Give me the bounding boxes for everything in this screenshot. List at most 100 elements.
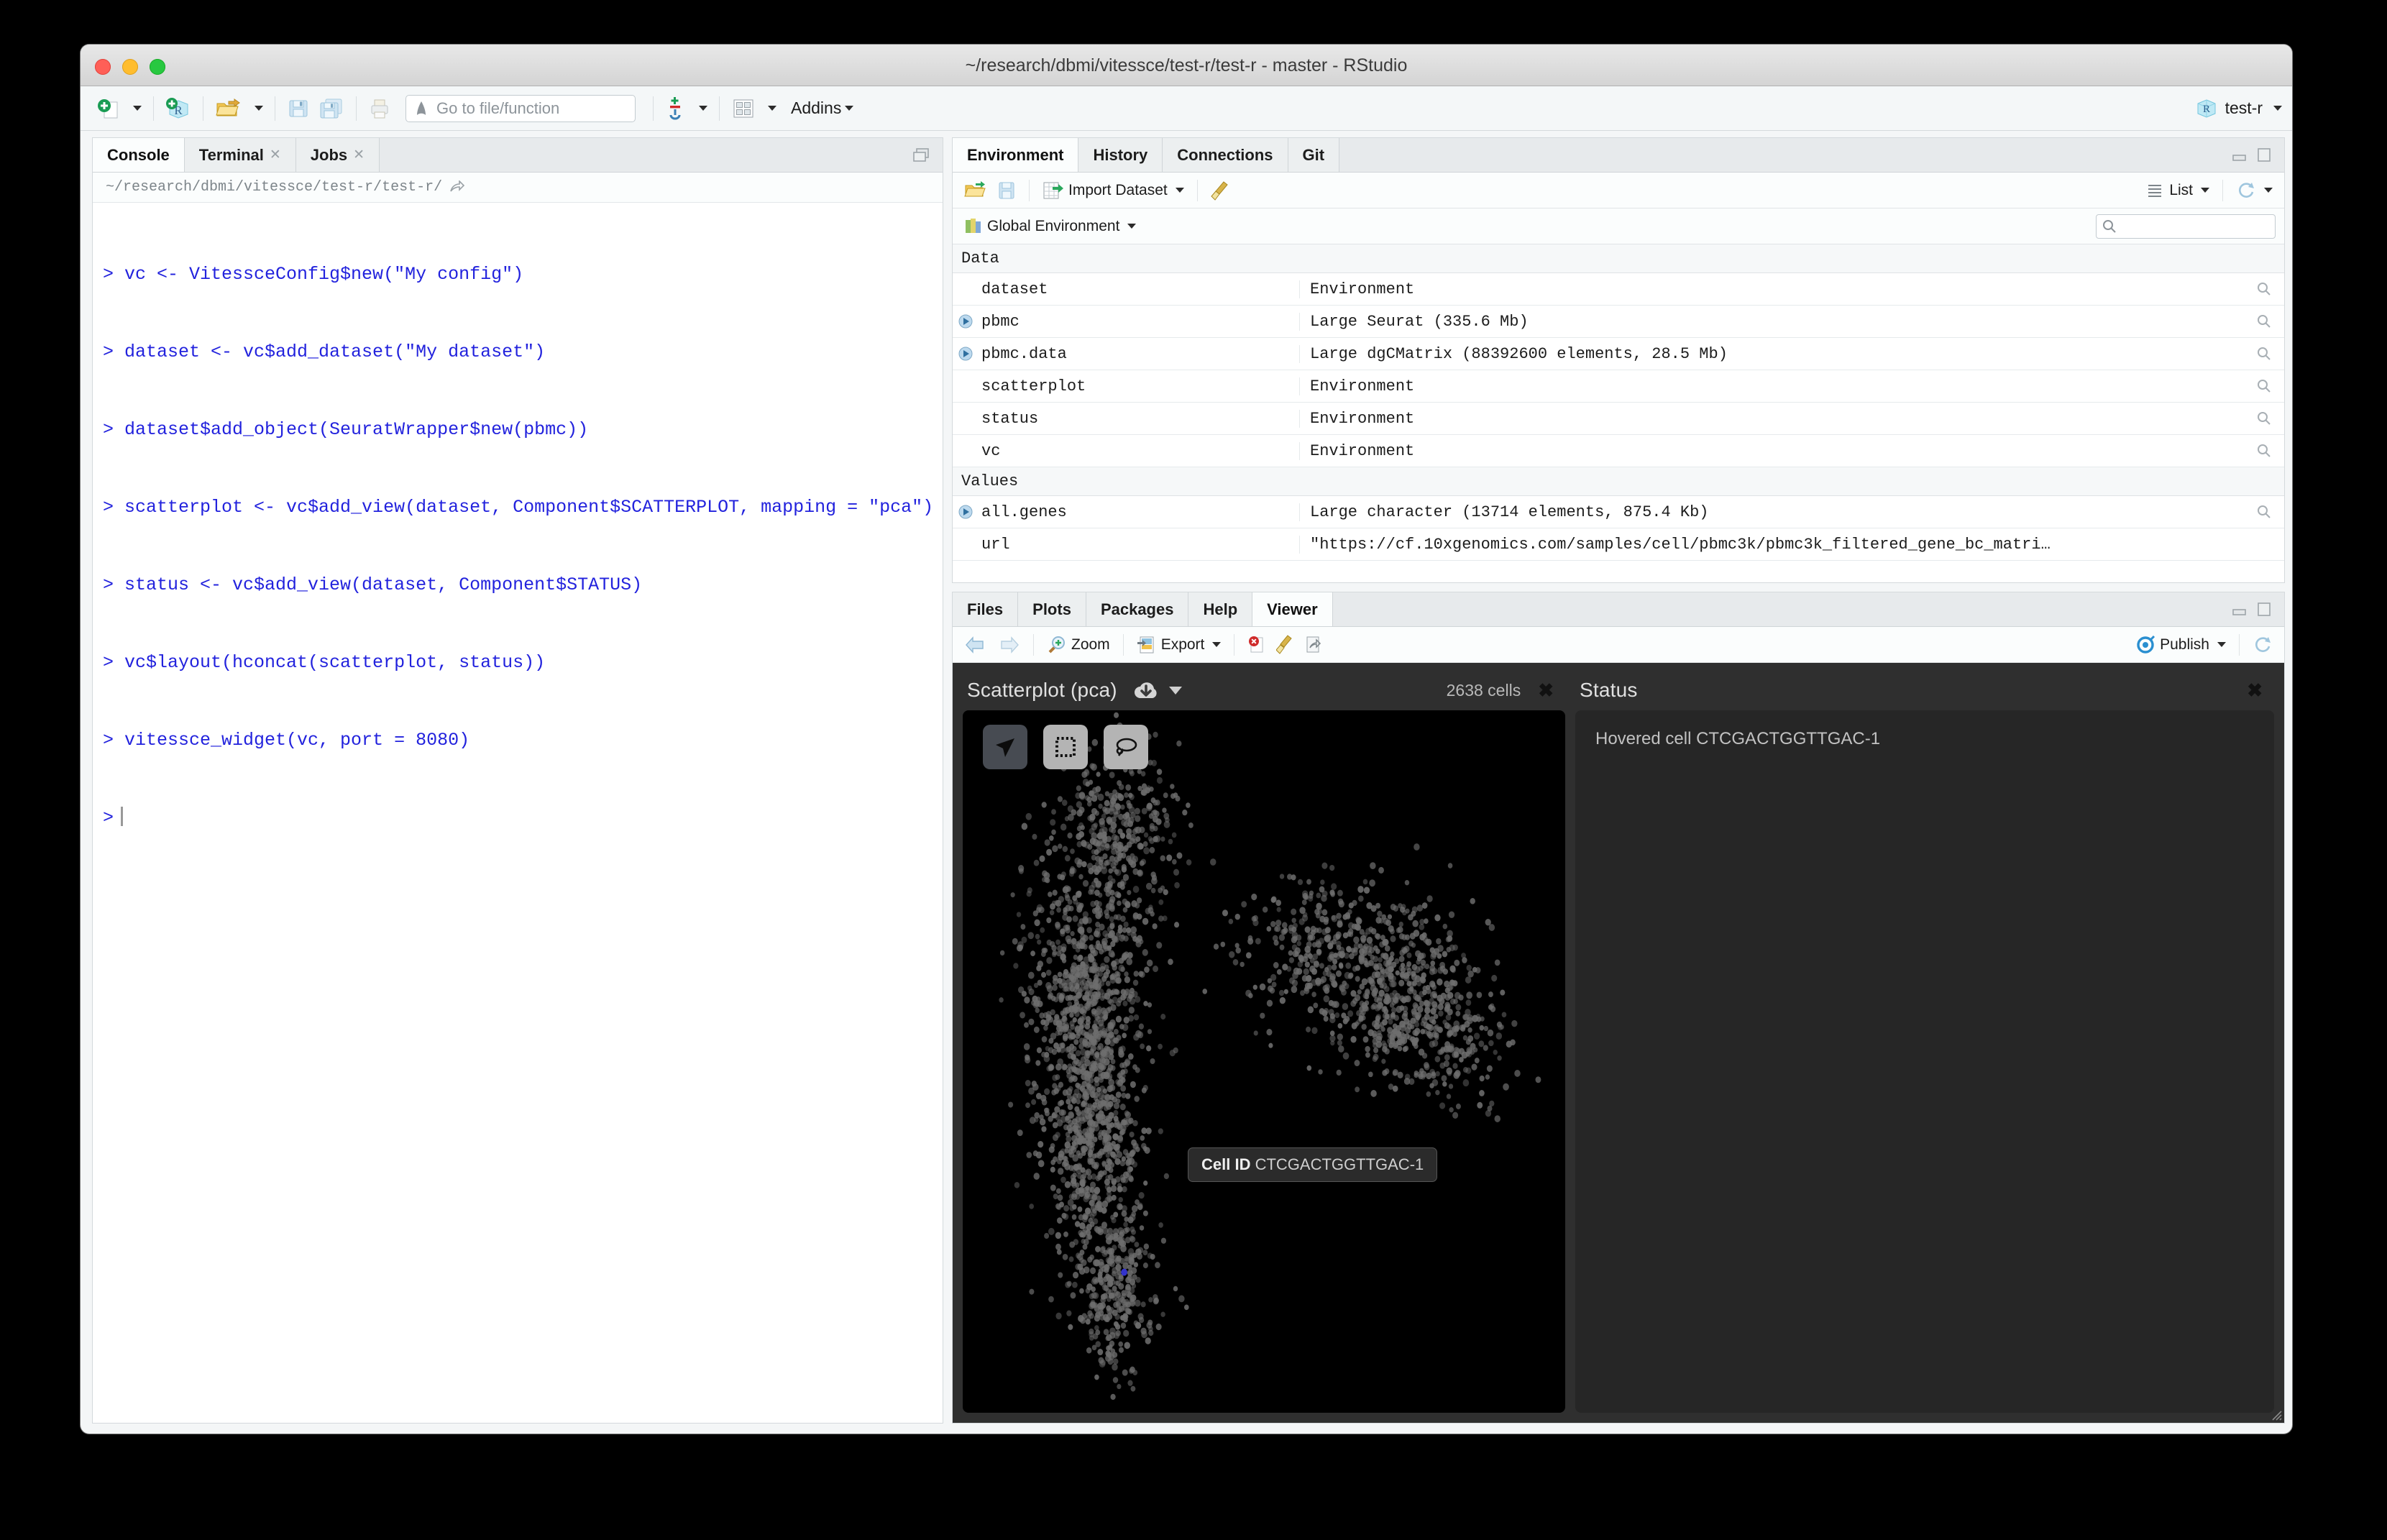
row-expander-icon[interactable]: [953, 504, 976, 520]
clear-objects-button[interactable]: [1208, 178, 1232, 203]
minimize-viewer-icon[interactable]: [2231, 602, 2248, 618]
inspect-object-icon[interactable]: [2244, 345, 2284, 362]
tab-files[interactable]: Files: [953, 592, 1019, 626]
inspect-object-icon[interactable]: [2244, 410, 2284, 427]
tab-plots[interactable]: Plots: [1018, 592, 1086, 626]
compile-report-button[interactable]: [661, 91, 691, 126]
tab-files-label: Files: [967, 600, 1004, 618]
tab-history[interactable]: History: [1078, 138, 1163, 172]
close-status-button[interactable]: ✖: [2247, 681, 2263, 700]
table-row[interactable]: scatterplot Environment: [953, 370, 2284, 403]
object-name: url: [981, 535, 1010, 554]
compile-report-dropdown[interactable]: [691, 91, 712, 126]
viewer-clear-button[interactable]: [1273, 633, 1296, 657]
table-row[interactable]: url "https://cf.10xgenomics.com/samples/…: [953, 528, 2284, 561]
load-workspace-button[interactable]: [961, 179, 990, 202]
viewer-export-button[interactable]: Export: [1134, 633, 1224, 656]
row-expander-icon[interactable]: [953, 346, 976, 362]
tab-connections[interactable]: Connections: [1163, 138, 1288, 172]
new-file-button[interactable]: [92, 91, 125, 126]
new-project-button[interactable]: R: [161, 91, 196, 126]
console-output[interactable]: > vc <- VitessceConfig$new("My config") …: [93, 203, 943, 1423]
inspect-object-icon[interactable]: [2244, 377, 2284, 395]
tab-environment[interactable]: Environment: [953, 138, 1079, 172]
maximize-environment-icon[interactable]: [2255, 147, 2273, 163]
viewer-back-button[interactable]: [961, 634, 990, 656]
scatterplot-canvas[interactable]: Cell ID CTCGACTGGTTGAC-1: [963, 710, 1565, 1413]
viewer-publish-button[interactable]: Publish: [2132, 633, 2229, 656]
expand-chevron-icon: [958, 505, 973, 519]
import-dataset-button[interactable]: Import Dataset: [1040, 179, 1187, 202]
main-toolbar: R Go to file/function Addins R test-r: [81, 86, 2292, 131]
tab-terminal[interactable]: Terminal ✕: [184, 138, 296, 172]
viewer-forward-button[interactable]: [994, 634, 1023, 656]
pointer-tool-button[interactable]: [983, 725, 1027, 769]
scatterplot-points: [999, 712, 1541, 1401]
magnifier-icon: [2258, 380, 2271, 393]
maximize-console-icon[interactable]: [912, 147, 931, 163]
refresh-environment-button[interactable]: [2233, 179, 2276, 202]
view-mode-selector[interactable]: List: [2143, 180, 2212, 201]
inspect-object-icon[interactable]: [2244, 442, 2284, 459]
table-row[interactable]: status Environment: [953, 403, 2284, 435]
chevron-down-icon[interactable]: [1168, 686, 1182, 695]
tab-console[interactable]: Console: [93, 138, 185, 172]
tab-viewer[interactable]: Viewer: [1252, 592, 1333, 626]
viewer-refresh-button[interactable]: [2250, 633, 2276, 656]
object-value: Environment: [1299, 441, 2244, 460]
new-file-dropdown[interactable]: [125, 91, 146, 126]
close-terminal-icon[interactable]: ✕: [270, 147, 281, 163]
save-workspace-button[interactable]: [994, 179, 1019, 202]
tab-help[interactable]: Help: [1188, 592, 1253, 626]
goto-file-function-input[interactable]: Go to file/function: [406, 94, 636, 122]
environment-section-header: Data: [953, 244, 2284, 273]
environment-cube-icon: [966, 218, 981, 233]
global-environment-selector[interactable]: Global Environment: [961, 215, 1139, 238]
inspect-object-icon[interactable]: [2244, 503, 2284, 521]
minimize-environment-icon[interactable]: [2231, 147, 2248, 163]
close-jobs-icon[interactable]: ✕: [353, 147, 365, 163]
viewer-remove-button[interactable]: [1245, 633, 1269, 656]
console-line: > dataset$add_object(SeuratWrapper$new(p…: [103, 419, 589, 440]
addins-button[interactable]: Addins: [781, 91, 858, 126]
object-value: "https://cf.10xgenomics.com/samples/cell…: [1299, 535, 2244, 554]
save-button[interactable]: [283, 91, 314, 126]
table-row[interactable]: pbmc.data Large dgCMatrix (88392600 elem…: [953, 338, 2284, 370]
print-button[interactable]: [364, 91, 395, 126]
r-project-icon: R: [2197, 98, 2216, 118]
save-all-button[interactable]: [314, 91, 349, 126]
close-scatterplot-button[interactable]: ✖: [1538, 681, 1554, 700]
workspace-panes-button[interactable]: [727, 91, 760, 126]
inspect-object-icon[interactable]: [2244, 280, 2284, 298]
maximize-viewer-icon[interactable]: [2255, 602, 2273, 618]
environment-object-table[interactable]: Data dataset Environment pbmc Large Seur…: [953, 244, 2284, 582]
toolbar-divider: [1196, 179, 1198, 201]
open-file-button[interactable]: [211, 91, 247, 126]
console-line: > vc <- VitessceConfig$new("My config"): [103, 264, 524, 285]
new-file-icon: [98, 98, 118, 118]
view-in-pane-icon[interactable]: [449, 180, 465, 195]
viewer-popout-button[interactable]: [1301, 633, 1325, 656]
row-expander-icon[interactable]: [953, 313, 976, 329]
viewer-publish-label: Publish: [2160, 636, 2209, 653]
workspace-panes-dropdown[interactable]: [760, 91, 781, 126]
tab-jobs[interactable]: Jobs ✕: [295, 138, 380, 172]
project-selector[interactable]: R test-r: [2195, 86, 2282, 130]
environment-search-input[interactable]: [2096, 214, 2276, 239]
download-cloud-icon[interactable]: [1132, 678, 1160, 702]
broom-icon: [1276, 634, 1293, 654]
resize-handle-icon[interactable]: [2269, 1408, 2282, 1421]
table-row[interactable]: pbmc Large Seurat (335.6 Mb): [953, 306, 2284, 338]
object-value: Large character (13714 elements, 875.4 K…: [1299, 503, 2244, 521]
table-row[interactable]: all.genes Large character (13714 element…: [953, 496, 2284, 528]
inspect-object-icon[interactable]: [2244, 313, 2284, 330]
rectangle-select-tool-button[interactable]: [1043, 725, 1088, 769]
open-file-dropdown[interactable]: [247, 91, 267, 126]
tab-packages[interactable]: Packages: [1086, 592, 1189, 626]
lasso-select-tool-button[interactable]: [1104, 725, 1148, 769]
viewer-zoom-button[interactable]: Zoom: [1044, 633, 1113, 656]
table-row[interactable]: vc Environment: [953, 435, 2284, 467]
toolbar-divider: [2222, 179, 2223, 201]
table-row[interactable]: dataset Environment: [953, 273, 2284, 306]
tab-git[interactable]: Git: [1288, 138, 1340, 172]
